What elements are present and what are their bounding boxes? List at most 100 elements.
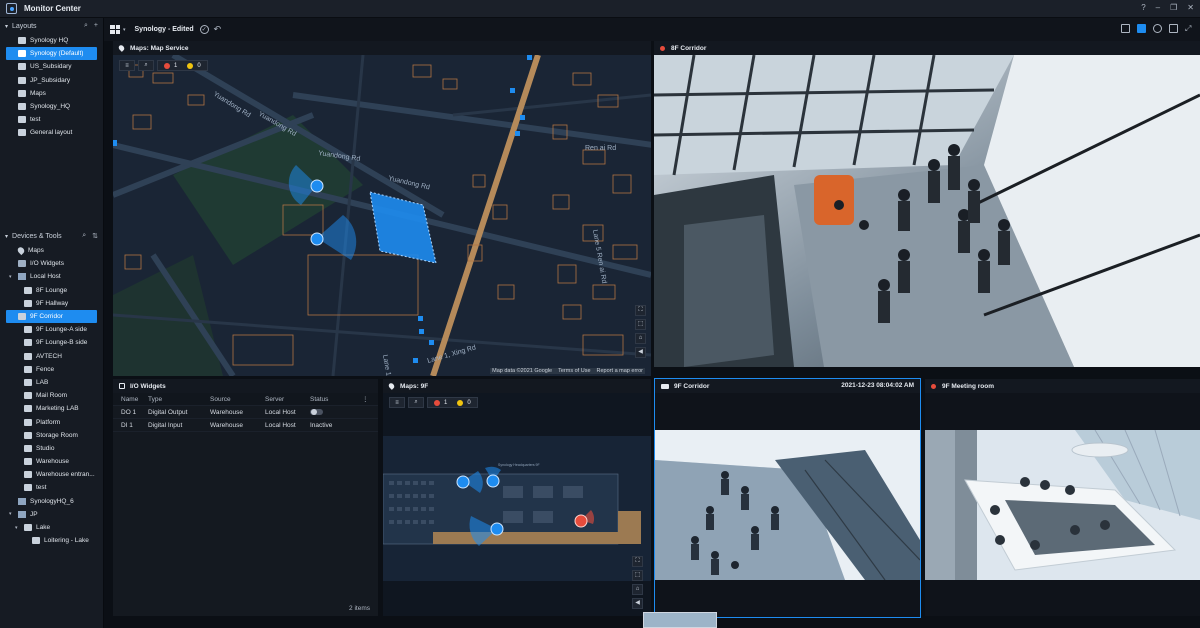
save-check-icon[interactable]: ✓ bbox=[199, 25, 209, 34]
home-icon[interactable]: ⌂ bbox=[635, 333, 646, 344]
info-icon[interactable] bbox=[1153, 24, 1162, 33]
device-item[interactable]: Storage Room bbox=[0, 429, 103, 442]
more-options-icon[interactable]: ⋮ bbox=[362, 395, 369, 403]
preview-thumbnail[interactable] bbox=[643, 612, 717, 628]
alarm-count: 1 bbox=[174, 62, 178, 69]
report-link[interactable]: Report a map error bbox=[597, 368, 643, 374]
layout-item[interactable]: General layout bbox=[0, 126, 103, 139]
devices-header[interactable]: ▾ Devices & Tools ⌕ ⇅ bbox=[0, 228, 103, 244]
search-icon[interactable]: ⌕ bbox=[138, 60, 154, 71]
expand-icon[interactable]: ▾ bbox=[9, 511, 12, 517]
undo-icon[interactable]: ↶ bbox=[214, 24, 222, 35]
collapse-icon[interactable]: ▾ bbox=[5, 23, 8, 30]
device-item[interactable]: test bbox=[0, 481, 103, 494]
layout-label: Maps bbox=[30, 89, 46, 97]
device-item[interactable]: ▾ Local Host bbox=[0, 270, 103, 283]
layout-item[interactable]: Synology (Default) bbox=[6, 47, 97, 61]
table-row[interactable]: DI 1 Digital Input Warehouse Local Host … bbox=[113, 419, 378, 432]
camera-pane-9f-meeting-room[interactable]: 9F Meeting room bbox=[925, 379, 1200, 616]
camera-pane-8f-corridor[interactable]: 8F Corridor bbox=[654, 41, 1200, 367]
camera-feed[interactable] bbox=[655, 430, 920, 580]
device-item[interactable]: Studio bbox=[0, 442, 103, 455]
device-item[interactable]: 9F Lounge-A side bbox=[0, 323, 103, 336]
restore-icon[interactable]: ❐ bbox=[1170, 3, 1177, 12]
device-item[interactable]: SynologyHQ_6 bbox=[0, 495, 103, 508]
fit-view-icon[interactable]: ⛶ bbox=[632, 556, 643, 567]
attribution-text: Map data ©2021 Google bbox=[492, 368, 553, 374]
device-item[interactable]: 8F Lounge bbox=[0, 284, 103, 297]
device-item[interactable]: Warehouse entran... bbox=[0, 468, 103, 481]
layout-item[interactable]: Synology HQ bbox=[0, 34, 103, 47]
layout-grid-icon[interactable] bbox=[110, 25, 120, 34]
device-item[interactable]: ▾ Lake bbox=[0, 521, 103, 534]
dropdown-icon[interactable]: ▾ bbox=[123, 27, 126, 33]
camera-feed[interactable] bbox=[925, 430, 1200, 580]
fullscreen-icon[interactable]: ⤢ bbox=[1185, 24, 1194, 33]
home-icon[interactable]: ⌂ bbox=[632, 584, 643, 595]
search-icon[interactable]: ⌕ bbox=[84, 22, 88, 30]
help-icon[interactable]: ? bbox=[1141, 3, 1145, 12]
output-toggle[interactable] bbox=[310, 409, 323, 415]
camera-pane-9f-corridor[interactable]: 9F Corridor 2021-12-23 08:04:02 AM bbox=[654, 378, 921, 618]
menu-icon[interactable]: ≡ bbox=[389, 397, 405, 408]
camera-icon bbox=[24, 418, 32, 426]
device-item[interactable]: Mail Room bbox=[0, 389, 103, 402]
edit-icon[interactable] bbox=[1137, 24, 1146, 33]
device-item[interactable]: ▾ JP bbox=[0, 508, 103, 521]
device-item[interactable]: Maps bbox=[0, 244, 103, 257]
layouts-header[interactable]: ▾ Layouts ⌕ + bbox=[0, 18, 103, 34]
display-mode-icon[interactable] bbox=[1121, 24, 1130, 33]
search-icon[interactable]: ⌕ bbox=[408, 397, 424, 408]
device-label: Lake bbox=[36, 524, 51, 532]
layout-item[interactable]: Synology_HQ bbox=[0, 100, 103, 113]
close-icon[interactable]: ✕ bbox=[1187, 3, 1194, 12]
select-area-icon[interactable]: ⬚ bbox=[635, 319, 646, 330]
table-row[interactable]: DO 1 Digital Output Warehouse Local Host bbox=[113, 406, 378, 419]
column-header[interactable]: Name bbox=[113, 396, 148, 403]
device-item[interactable]: Loitering - Lake bbox=[0, 534, 103, 547]
expand-icon[interactable]: ▾ bbox=[15, 525, 18, 531]
layout-label: test bbox=[30, 116, 41, 124]
layout-item[interactable]: Maps bbox=[0, 87, 103, 100]
layout-item[interactable]: test bbox=[0, 113, 103, 126]
street-map[interactable]: Yuandong Rd Yuandong Rd Yuandong Rd Yuan… bbox=[113, 55, 651, 376]
select-area-icon[interactable]: ⬚ bbox=[632, 570, 643, 581]
collapse-panel-icon[interactable]: ◀ bbox=[632, 598, 643, 609]
add-icon[interactable]: + bbox=[94, 22, 98, 30]
device-item[interactable]: Platform bbox=[0, 415, 103, 428]
alarm-counter[interactable]: 1 0 bbox=[427, 397, 478, 408]
device-item[interactable]: Warehouse bbox=[0, 455, 103, 468]
column-header[interactable]: Type bbox=[148, 396, 210, 403]
device-item[interactable]: 9F Corridor bbox=[6, 309, 97, 324]
column-header[interactable]: Source bbox=[210, 396, 265, 403]
terms-link[interactable]: Terms of Use bbox=[558, 368, 590, 374]
layout-label: General layout bbox=[30, 129, 73, 137]
floor-plan[interactable]: Synology Headquarters 9F bbox=[383, 436, 651, 581]
minimize-icon[interactable]: – bbox=[1156, 3, 1160, 12]
device-item[interactable]: LAB bbox=[0, 376, 103, 389]
layout-icon bbox=[18, 103, 26, 111]
layout-item[interactable]: JP_Subsidary bbox=[0, 74, 103, 87]
device-item[interactable]: Fence bbox=[0, 363, 103, 376]
device-label: Platform bbox=[36, 418, 61, 426]
column-header[interactable]: Server bbox=[265, 396, 310, 403]
device-item[interactable]: Marketing LAB bbox=[0, 402, 103, 415]
device-label: Maps bbox=[28, 247, 44, 255]
alarm-counter[interactable]: 1 0 bbox=[157, 60, 208, 71]
sort-icon[interactable]: ⇅ bbox=[92, 232, 98, 240]
device-item[interactable]: AVTECH bbox=[0, 350, 103, 363]
device-item[interactable]: 9F Lounge-B side bbox=[0, 336, 103, 349]
device-item[interactable]: 9F Hallway bbox=[0, 297, 103, 310]
search-icon[interactable]: ⌕ bbox=[82, 232, 86, 240]
collapse-icon[interactable]: ▾ bbox=[5, 233, 8, 240]
panel-icon[interactable] bbox=[1169, 24, 1178, 33]
column-header[interactable]: Status bbox=[310, 396, 355, 403]
fit-view-icon[interactable]: ⛶ bbox=[635, 305, 646, 316]
layout-label: Synology HQ bbox=[30, 37, 69, 45]
collapse-panel-icon[interactable]: ◀ bbox=[635, 347, 646, 358]
menu-icon[interactable]: ≡ bbox=[119, 60, 135, 71]
camera-feed[interactable] bbox=[654, 55, 1200, 367]
layout-item[interactable]: US_Subsidary bbox=[0, 60, 103, 73]
device-item[interactable]: I/O Widgets bbox=[0, 257, 103, 270]
expand-icon[interactable]: ▾ bbox=[9, 274, 12, 280]
